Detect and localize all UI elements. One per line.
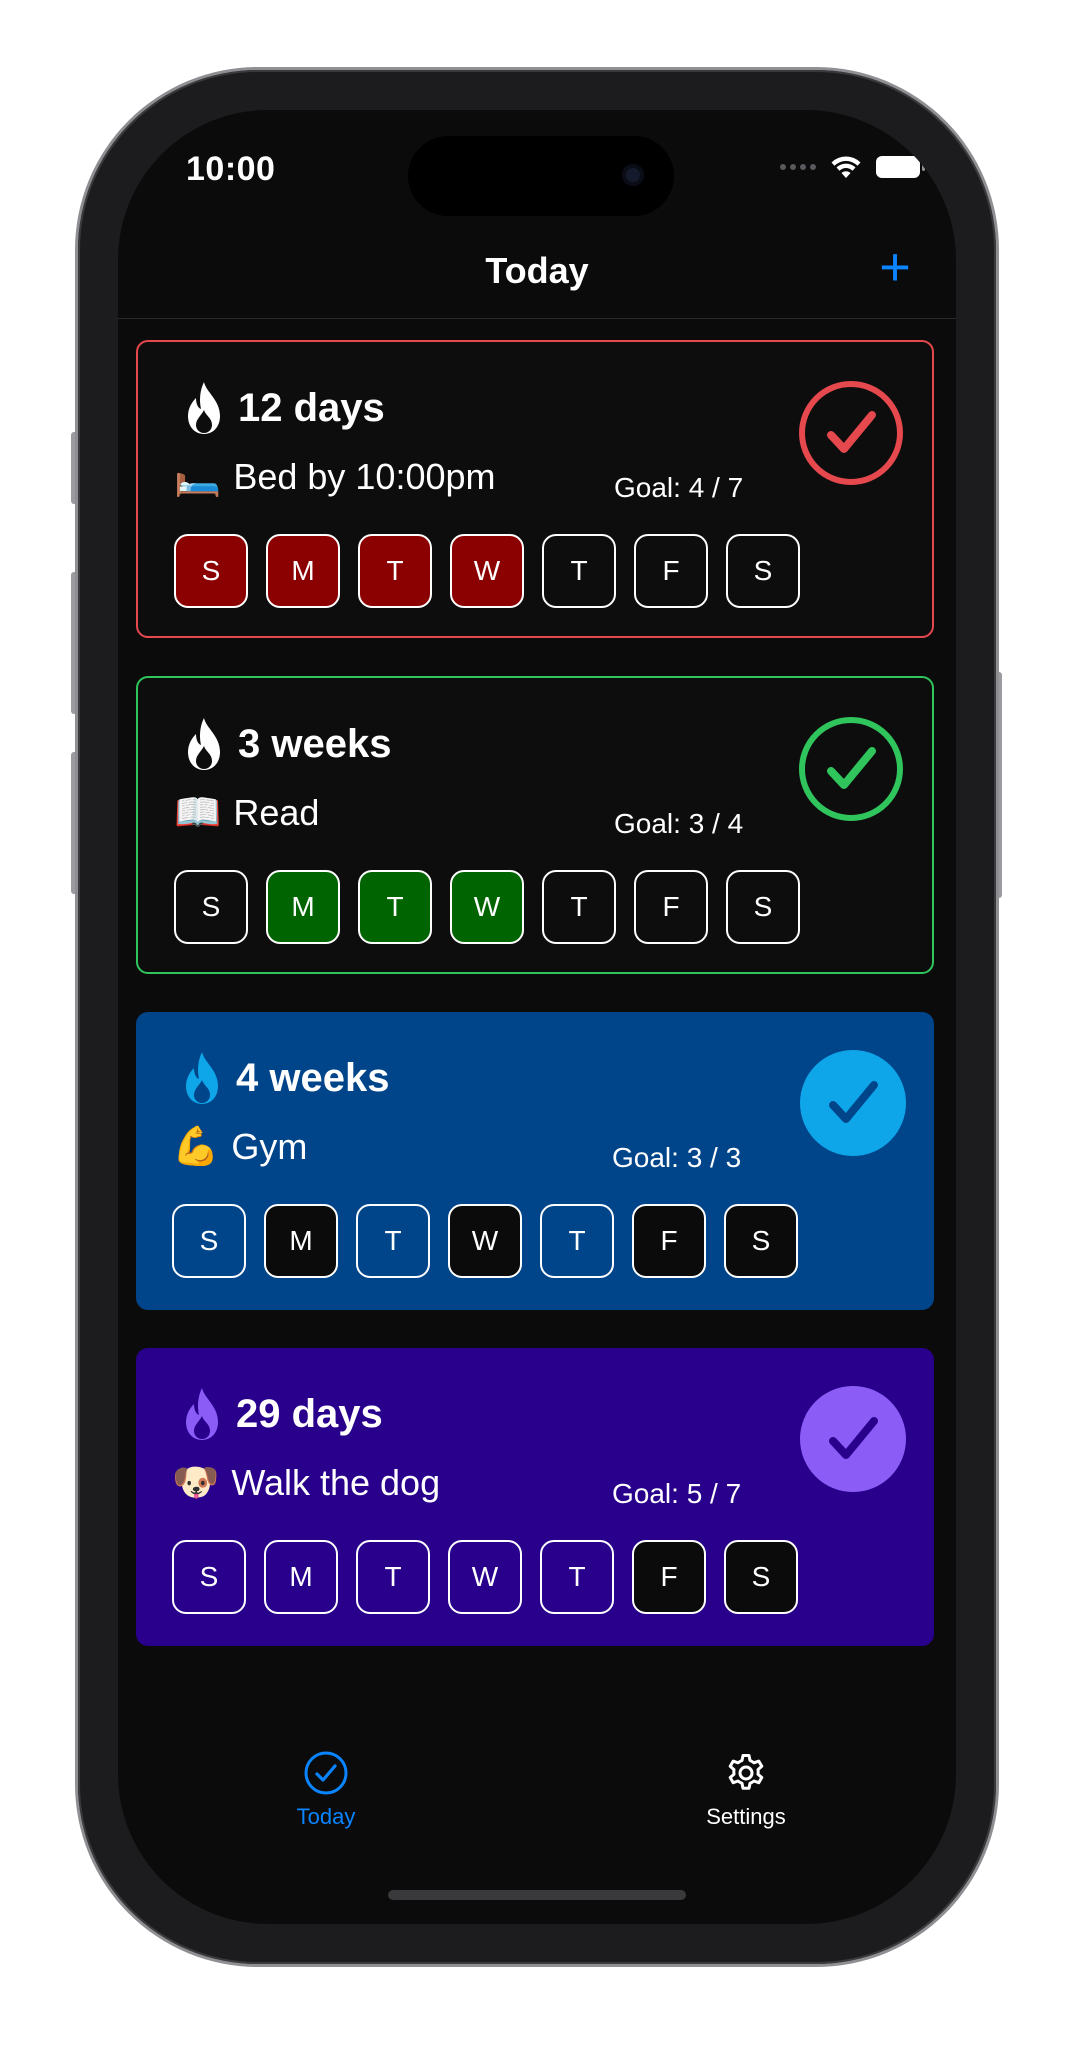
habit-card-0[interactable]: 12 days 🛏️ Bed by 10:00pm Goal: 4 / 7 SM…: [136, 340, 934, 638]
streak-text: 3 weeks: [238, 721, 392, 766]
day-5[interactable]: F: [634, 870, 708, 944]
day-1[interactable]: M: [266, 870, 340, 944]
streak: 3 weeks: [180, 716, 391, 772]
weekday-row: SMTWTFS: [172, 1540, 798, 1614]
weekday-row: SMTWTFS: [174, 534, 800, 608]
flame-icon: [186, 1388, 218, 1440]
habit-goal: Goal: 3 / 4: [614, 808, 744, 839]
complete-button[interactable]: [800, 1386, 906, 1492]
day-6[interactable]: S: [724, 1204, 798, 1278]
day-6[interactable]: S: [726, 870, 800, 944]
habit-emoji: 🛏️: [174, 456, 222, 498]
day-4[interactable]: T: [540, 1204, 614, 1278]
page-title: Today: [485, 250, 589, 291]
habit-goal: Goal: 4 / 7: [614, 472, 744, 503]
day-6[interactable]: S: [726, 534, 800, 608]
weekday-row: SMTWTFS: [174, 870, 800, 944]
day-1[interactable]: M: [264, 1204, 338, 1278]
dynamic-island: [408, 136, 674, 216]
habit-title: 🐶 Walk the dog: [172, 1462, 440, 1504]
day-3[interactable]: W: [450, 870, 524, 944]
phone-screen: 10:00 Today + 12 days 🛏️ Bed by 10:00pm: [118, 110, 956, 1924]
habit-emoji: 📖: [174, 792, 222, 834]
streak: 12 days: [180, 380, 385, 436]
day-2[interactable]: T: [356, 1540, 430, 1614]
streak-text: 4 weeks: [236, 1055, 390, 1100]
day-5[interactable]: F: [632, 1204, 706, 1278]
day-4[interactable]: T: [542, 534, 616, 608]
checkmark-icon: [799, 717, 903, 821]
habit-name: Gym: [231, 1126, 308, 1167]
streak-text: 12 days: [238, 385, 385, 430]
day-3[interactable]: W: [450, 534, 524, 608]
status-time: 10:00: [186, 150, 276, 188]
cellular-signal-icon: [780, 164, 816, 170]
day-3[interactable]: W: [448, 1540, 522, 1614]
status-indicators: [780, 154, 925, 180]
habit-name: Read: [233, 792, 320, 833]
tab-settings-label: Settings: [706, 1804, 786, 1829]
day-0[interactable]: S: [172, 1540, 246, 1614]
habit-title: 💪 Gym: [172, 1126, 307, 1168]
habit-emoji: 💪: [172, 1126, 220, 1168]
wifi-icon: [831, 156, 861, 178]
home-indicator: [388, 1890, 686, 1900]
weekday-row: SMTWTFS: [172, 1204, 798, 1278]
habit-title: 📖 Read: [174, 792, 319, 834]
day-5[interactable]: F: [632, 1540, 706, 1614]
checkmark-icon: [800, 1050, 906, 1156]
habit-emoji: 🐶: [172, 1462, 220, 1504]
battery-icon: [876, 156, 925, 178]
gear-icon: [728, 1754, 764, 1790]
navigation-bar: Today +: [118, 228, 956, 319]
checkmark-icon: [800, 1386, 906, 1492]
checkmark-circle-icon: [304, 1751, 348, 1795]
tab-settings[interactable]: Settings: [646, 1750, 846, 1830]
day-2[interactable]: T: [356, 1204, 430, 1278]
day-0[interactable]: S: [174, 870, 248, 944]
day-6[interactable]: S: [724, 1540, 798, 1614]
habit-name: Walk the dog: [231, 1462, 441, 1503]
day-4[interactable]: T: [540, 1540, 614, 1614]
complete-button[interactable]: [798, 716, 904, 822]
streak: 4 weeks: [178, 1050, 389, 1106]
complete-button[interactable]: [800, 1050, 906, 1156]
day-2[interactable]: T: [358, 870, 432, 944]
checkmark-icon: [799, 381, 903, 485]
day-5[interactable]: F: [634, 534, 708, 608]
day-0[interactable]: S: [174, 534, 248, 608]
habit-name: Bed by 10:00pm: [233, 456, 496, 497]
habit-goal: Goal: 5 / 7: [612, 1478, 742, 1509]
tab-today[interactable]: Today: [226, 1750, 426, 1830]
camera-icon: [622, 164, 644, 186]
habit-card-2[interactable]: 4 weeks 💪 Gym Goal: 3 / 3 SMTWTFS: [136, 1012, 934, 1310]
add-habit-button[interactable]: +: [870, 240, 920, 294]
flame-icon: [188, 718, 220, 770]
habit-card-1[interactable]: 3 weeks 📖 Read Goal: 3 / 4 SMTWTFS: [136, 676, 934, 974]
habit-card-3[interactable]: 29 days 🐶 Walk the dog Goal: 5 / 7 SMTWT…: [136, 1348, 934, 1646]
streak-text: 29 days: [236, 1391, 383, 1436]
habit-goal: Goal: 3 / 3: [612, 1142, 742, 1173]
streak: 29 days: [178, 1386, 383, 1442]
tab-today-label: Today: [296, 1804, 356, 1829]
tab-bar: Today Settings: [118, 1750, 956, 1860]
habit-title: 🛏️ Bed by 10:00pm: [174, 456, 496, 498]
day-2[interactable]: T: [358, 534, 432, 608]
day-1[interactable]: M: [264, 1540, 338, 1614]
day-1[interactable]: M: [266, 534, 340, 608]
day-4[interactable]: T: [542, 870, 616, 944]
flame-icon: [188, 382, 220, 434]
complete-button[interactable]: [798, 380, 904, 486]
flame-icon: [186, 1052, 218, 1104]
day-0[interactable]: S: [172, 1204, 246, 1278]
day-3[interactable]: W: [448, 1204, 522, 1278]
